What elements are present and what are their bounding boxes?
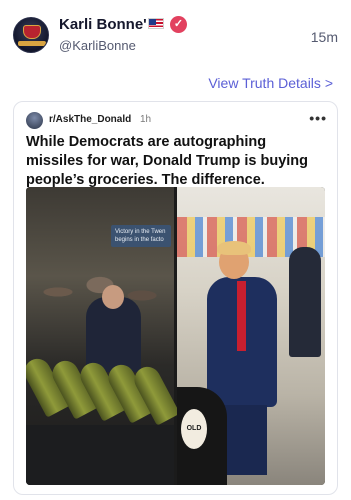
verified-badge-icon: ✓ [170, 16, 187, 33]
table-surface [26, 425, 174, 485]
flag-canton [149, 19, 156, 25]
bystander-figure [289, 247, 321, 357]
view-truth-details-link[interactable]: View Truth Details > [208, 75, 333, 91]
signer-head [102, 285, 124, 309]
us-flag-icon [148, 18, 164, 29]
image-panel-right: OLD [177, 187, 325, 485]
post-timestamp: 15m [310, 29, 338, 45]
embedded-post-image[interactable]: Victory in the Twen begins in the facto [26, 187, 325, 485]
user-handle[interactable]: @KarliBonne [59, 38, 136, 53]
factory-sign: Victory in the Twen begins in the facto [111, 225, 171, 247]
image-panel-left: Victory in the Twen begins in the facto [26, 187, 181, 485]
red-tie [237, 281, 246, 351]
subreddit-avatar [26, 112, 43, 129]
shopper-legs [222, 405, 267, 475]
avatar[interactable] [13, 17, 49, 53]
shopping-bag: OLD [177, 387, 227, 485]
bag-logo: OLD [181, 409, 207, 449]
subreddit-name[interactable]: r/AskThe_Donald [49, 114, 131, 125]
embedded-post-age: 1h [140, 114, 152, 125]
chevron-right-icon: > [324, 75, 333, 91]
avatar-band [18, 41, 46, 46]
more-options-icon[interactable]: ••• [309, 110, 327, 126]
display-name[interactable]: Karli Bonne' [59, 16, 147, 33]
post-header: Karli Bonne' ✓ @KarliBonne 15m [0, 0, 351, 70]
view-details-label: View Truth Details [208, 75, 321, 91]
embedded-post-card[interactable]: r/AskThe_Donald 1h ••• While Democrats a… [13, 101, 338, 495]
embedded-post-title: While Democrats are autographing missile… [26, 134, 309, 188]
shopper-hair [217, 241, 251, 255]
artillery-shells [26, 347, 181, 426]
crest-icon [23, 25, 41, 39]
